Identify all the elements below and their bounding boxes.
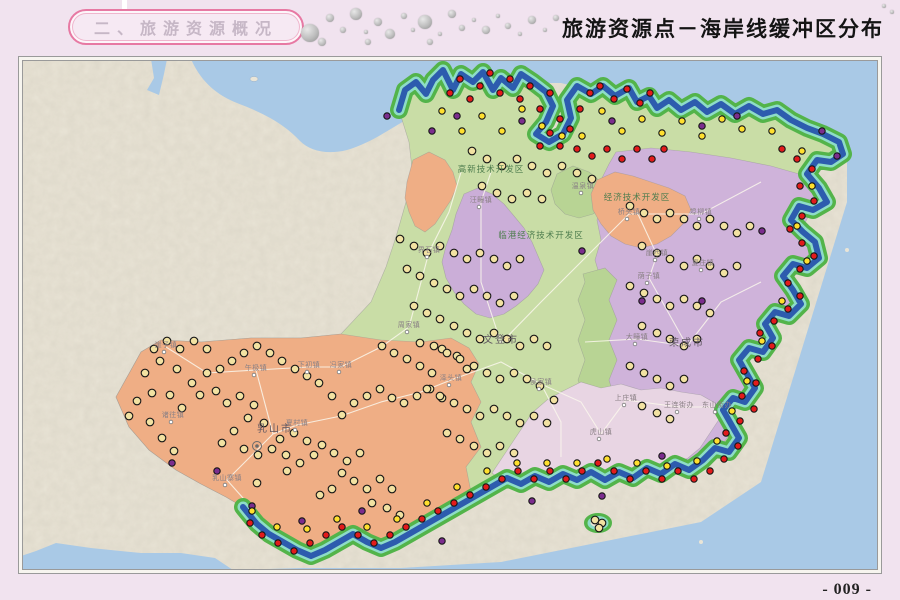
page-header: 二、旅游资源概况 旅游资源点－海岸线缓冲区分布 bbox=[0, 0, 900, 56]
bubble-icon bbox=[350, 8, 362, 20]
map-label: 周家镇 bbox=[398, 320, 421, 329]
bubble-icon bbox=[326, 14, 334, 22]
section-tab-label: 二、旅游资源概况 bbox=[94, 15, 278, 39]
page-number: - 009 - bbox=[822, 581, 872, 599]
bubble-icon bbox=[448, 10, 456, 18]
bubble-icon bbox=[385, 29, 395, 39]
map-canvas: N 061224KM 图 例 道路海岸线1公里缓冲区范围及资源点市点海岸线3公里… bbox=[22, 60, 878, 570]
bubble-icon bbox=[411, 28, 415, 32]
map-label: 高新技术开发区 bbox=[458, 164, 525, 174]
map-label: 崖子镇 bbox=[155, 340, 178, 349]
bubble-icon bbox=[418, 15, 432, 29]
bubble-icon bbox=[482, 26, 490, 34]
bubble-icon bbox=[528, 16, 536, 24]
map-label: 王连街办 bbox=[664, 400, 694, 409]
map-label: 温泉镇 bbox=[572, 181, 595, 190]
map-label: 上庄镇 bbox=[615, 393, 638, 402]
bubble-icon bbox=[401, 13, 407, 19]
map-frame: N 061224KM 图 例 道路海岸线1公里缓冲区范围及资源点市点海岸线3公里… bbox=[18, 56, 882, 574]
bubble-icon bbox=[472, 18, 476, 22]
map-label: 乳山市 bbox=[257, 422, 293, 435]
bubble-icon bbox=[882, 4, 886, 8]
map-label: 荣成市 bbox=[669, 336, 705, 349]
map-label: 东山街办 bbox=[702, 400, 732, 409]
map-label: 泽头镇 bbox=[440, 373, 463, 382]
map-label: 文登市 bbox=[483, 333, 519, 346]
map-label: 汪疃镇 bbox=[470, 195, 493, 204]
map-label: 下初镇 bbox=[298, 360, 321, 369]
map-label: 侯家镇 bbox=[530, 377, 553, 386]
map-label: 埠柳镇 bbox=[690, 207, 713, 216]
bubble-icon bbox=[364, 30, 368, 34]
bubble-icon bbox=[301, 24, 319, 42]
map-label: 冯家镇 bbox=[330, 360, 353, 369]
section-tab: 二、旅游资源概况 bbox=[68, 9, 304, 45]
map-label: 夏庄镇 bbox=[692, 258, 715, 267]
bubble-icon bbox=[496, 14, 500, 18]
map-label: 桥头镇 bbox=[618, 207, 641, 216]
bubble-icon bbox=[374, 18, 382, 26]
map-label: 午极镇 bbox=[245, 363, 268, 372]
bubble-icon bbox=[459, 25, 465, 31]
bubble-icon bbox=[890, 10, 894, 14]
map-label: 崖西镇 bbox=[646, 248, 669, 257]
bubble-icon bbox=[365, 39, 371, 45]
bubble-icon bbox=[340, 27, 346, 33]
bubble-icon bbox=[553, 15, 559, 21]
map-label: 乳山寨镇 bbox=[212, 473, 242, 482]
bubble-icon bbox=[318, 38, 326, 46]
map-label: 诸往镇 bbox=[162, 410, 185, 419]
map-label: 大疃镇 bbox=[626, 332, 649, 341]
bubble-icon bbox=[438, 32, 442, 36]
bubble-icon bbox=[505, 23, 511, 29]
bubble-icon bbox=[427, 39, 433, 45]
map-label: 荫子镇 bbox=[638, 271, 661, 280]
bubble-icon bbox=[543, 28, 547, 32]
map-label: 虎山镇 bbox=[590, 427, 613, 436]
map-label: 经济技术开发区 bbox=[604, 192, 671, 202]
page-title: 旅游资源点－海岸线缓冲区分布 bbox=[562, 13, 884, 43]
bubble-icon bbox=[518, 32, 522, 36]
map-label: 界石镇 bbox=[418, 245, 441, 254]
basemap: 崖子镇午极镇下初镇冯家镇诸往镇夏村镇乳山寨镇周家镇泽头镇侯家镇界石镇汪疃镇温泉镇… bbox=[23, 61, 878, 570]
map-label: 临港经济技术开发区 bbox=[498, 230, 584, 240]
